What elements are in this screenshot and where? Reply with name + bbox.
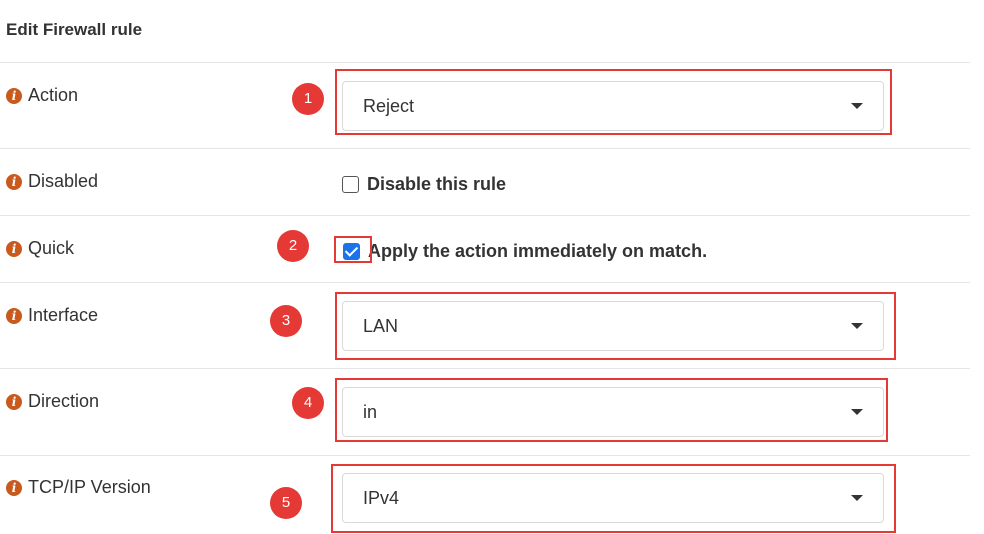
info-icon[interactable]: i [6, 307, 22, 324]
quick-label-text: Quick [28, 238, 75, 258]
info-icon[interactable]: i [6, 173, 22, 190]
disable-rule-checkbox[interactable] [342, 176, 359, 193]
callout-badge-1: 1 [292, 83, 324, 115]
quick-checkbox-label[interactable]: Apply the action immediately on match. [368, 241, 707, 262]
info-icon[interactable]: i [6, 240, 22, 257]
chevron-down-icon [851, 495, 863, 501]
divider [0, 62, 970, 63]
disable-rule-checkbox-row[interactable]: Disable this rule [342, 174, 506, 195]
info-icon[interactable]: i [6, 87, 22, 104]
action-select-value: Reject [363, 95, 415, 116]
callout-badge-5: 5 [270, 487, 302, 519]
action-select[interactable]: Reject [342, 81, 884, 131]
chevron-down-icon [851, 103, 863, 109]
quick-checkbox[interactable] [343, 243, 360, 260]
divider [0, 455, 970, 456]
quick-label: i Quick [6, 238, 74, 259]
tcpip-version-label-text: TCP/IP Version [28, 477, 151, 497]
callout-badge-4: 4 [292, 387, 324, 419]
callout-badge-3: 3 [270, 305, 302, 337]
info-icon[interactable]: i [6, 479, 22, 496]
interface-select[interactable]: LAN [342, 301, 884, 351]
disable-rule-checkbox-label[interactable]: Disable this rule [367, 174, 506, 195]
callout-badge-2: 2 [277, 230, 309, 262]
interface-label: i Interface [6, 305, 98, 326]
form-title: Edit Firewall rule [6, 20, 143, 39]
chevron-down-icon [851, 323, 863, 329]
action-label: i Action [6, 85, 78, 106]
divider [0, 368, 970, 369]
tcpip-version-select-value: IPv4 [363, 487, 400, 508]
tcpip-version-select[interactable]: IPv4 [342, 473, 884, 523]
quick-checkbox-row[interactable]: Apply the action immediately on match. [343, 241, 707, 262]
chevron-down-icon [851, 409, 863, 415]
divider [0, 282, 970, 283]
direction-label-text: Direction [28, 391, 100, 411]
direction-select-value: in [363, 401, 378, 422]
disabled-label-text: Disabled [28, 171, 99, 191]
direction-label: i Direction [6, 391, 99, 412]
interface-label-text: Interface [28, 305, 99, 325]
interface-select-value: LAN [363, 315, 399, 336]
divider [0, 215, 970, 216]
disabled-label: i Disabled [6, 171, 98, 192]
direction-select[interactable]: in [342, 387, 884, 437]
divider [0, 148, 970, 149]
action-label-text: Action [28, 85, 79, 105]
info-icon[interactable]: i [6, 393, 22, 410]
tcpip-version-label: i TCP/IP Version [6, 477, 151, 498]
